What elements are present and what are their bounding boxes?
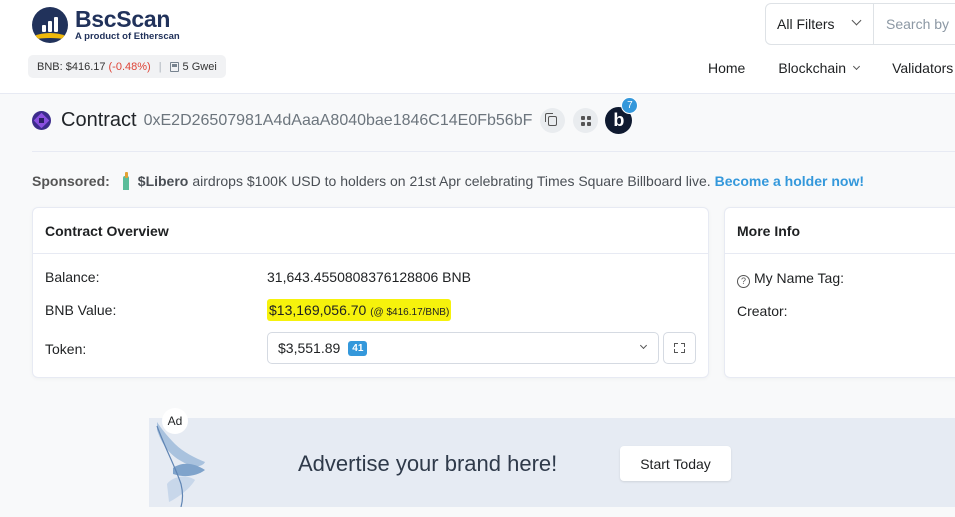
chevron-down-icon xyxy=(853,62,861,71)
bscscan-logo[interactable]: BscScan A product of Etherscan xyxy=(32,7,180,43)
bnb-rate: (@ $416.17/BNB) xyxy=(370,307,450,318)
brand-name: BscScan xyxy=(75,6,171,32)
token-value: $3,551.89 xyxy=(278,340,341,356)
balance-label: Balance: xyxy=(45,269,100,285)
page-content: Contract 0xE2D26507981A4dAaaA8040bae1846… xyxy=(0,93,955,517)
nav-home-label: Home xyxy=(708,60,746,76)
sponsor-message: airdrops $100K USD to holders on 21st Ap… xyxy=(192,173,711,189)
sponsor-brand: $Libero xyxy=(137,173,189,189)
page-title: Contract xyxy=(61,109,137,131)
blockscan-icon: b xyxy=(613,110,625,130)
bnb-value-label: BNB Value: xyxy=(45,302,117,318)
title-divider xyxy=(32,151,955,152)
more-info-card: More Info ? My Name Tag: Creator: xyxy=(724,207,955,378)
contract-overview-card: Contract Overview Balance: 31,643.455080… xyxy=(32,207,709,378)
brand-tagline: A product of Etherscan xyxy=(75,31,180,42)
search-filter-select[interactable]: All Filters xyxy=(766,4,874,44)
chevron-down-icon xyxy=(851,15,862,26)
sponsor-link[interactable]: Become a holder now! xyxy=(715,173,864,189)
nav-validators[interactable]: Validators xyxy=(892,60,953,76)
creator-label: Creator: xyxy=(737,303,788,319)
more-info-title: More Info xyxy=(725,208,955,254)
bnb-value-highlight: $13,169,056.70 (@ $416.17/BNB) xyxy=(267,299,452,321)
qr-code-icon xyxy=(580,115,591,126)
advertisement-banner[interactable]: Ad Advertise your brand here! Start Toda… xyxy=(149,408,955,507)
start-today-button[interactable]: Start Today xyxy=(620,446,731,481)
name-tag-row: ? My Name Tag: xyxy=(737,270,844,288)
bnb-price-ticker[interactable]: BNB: $416.17 (-0.48%) | 5 Gwei xyxy=(28,55,226,78)
bnb-value-row: BNB Value: $13,169,056.70 (@ $416.17/BNB… xyxy=(45,299,452,321)
site-header: BscScan A product of Etherscan BNB: $416… xyxy=(0,0,955,93)
nav-validators-label: Validators xyxy=(892,60,954,76)
statue-of-liberty-icon xyxy=(120,172,132,190)
main-nav: Home Blockchain Validators xyxy=(708,60,955,76)
token-label: Token: xyxy=(45,341,87,357)
balance-row: Balance: 31,643.4550808376128806 BNB xyxy=(45,269,471,285)
name-tag-label: My Name Tag: xyxy=(754,270,844,286)
gas-pump-icon xyxy=(169,61,179,72)
copy-address-button[interactable] xyxy=(540,108,566,133)
contract-overview-title: Contract Overview xyxy=(33,208,708,254)
token-row: Token: xyxy=(45,341,86,357)
ad-headline: Advertise your brand here! xyxy=(298,451,558,476)
expand-token-view-button[interactable] xyxy=(663,332,696,364)
ad-label: Ad xyxy=(162,408,188,434)
bnb-price-change: (-0.48%) xyxy=(108,60,151,73)
bnb-value: $13,169,056.70 xyxy=(269,302,367,318)
blockscan-chat-button[interactable]: b 7 xyxy=(605,97,639,134)
contract-address[interactable]: 0xE2D26507981A4dAaaA8040bae1846C14E0Fb56… xyxy=(144,112,533,130)
copy-icon xyxy=(545,112,558,126)
bscscan-logo-icon xyxy=(32,7,68,43)
search-bar: All Filters xyxy=(765,3,955,45)
sponsored-banner: Sponsored: $Libero airdrops $100K USD to… xyxy=(32,172,864,190)
search-input[interactable] xyxy=(874,4,955,44)
blockscan-count-badge: 7 xyxy=(621,97,639,114)
gas-price: 5 Gwei xyxy=(182,60,217,73)
question-circle-icon[interactable]: ? xyxy=(737,275,750,288)
nav-home[interactable]: Home xyxy=(708,60,745,76)
nav-blockchain[interactable]: Blockchain xyxy=(778,60,861,76)
sponsored-label: Sponsored: xyxy=(32,173,110,189)
nav-blockchain-label: Blockchain xyxy=(778,60,847,76)
creator-row: Creator: xyxy=(737,303,788,319)
qr-code-button[interactable] xyxy=(573,108,599,133)
balance-value: 31,643.4550808376128806 BNB xyxy=(267,269,471,285)
address-identicon-icon xyxy=(32,111,51,130)
ticker-separator: | xyxy=(158,60,162,73)
search-filter-label: All Filters xyxy=(777,16,835,32)
contract-title-row: Contract 0xE2D26507981A4dAaaA8040bae1846… xyxy=(32,97,639,134)
token-count-badge: 41 xyxy=(348,340,368,356)
bnb-price: BNB: $416.17 xyxy=(37,60,106,73)
token-holdings-dropdown[interactable]: $3,551.89 41 xyxy=(267,332,659,364)
chevron-down-icon xyxy=(639,341,648,350)
